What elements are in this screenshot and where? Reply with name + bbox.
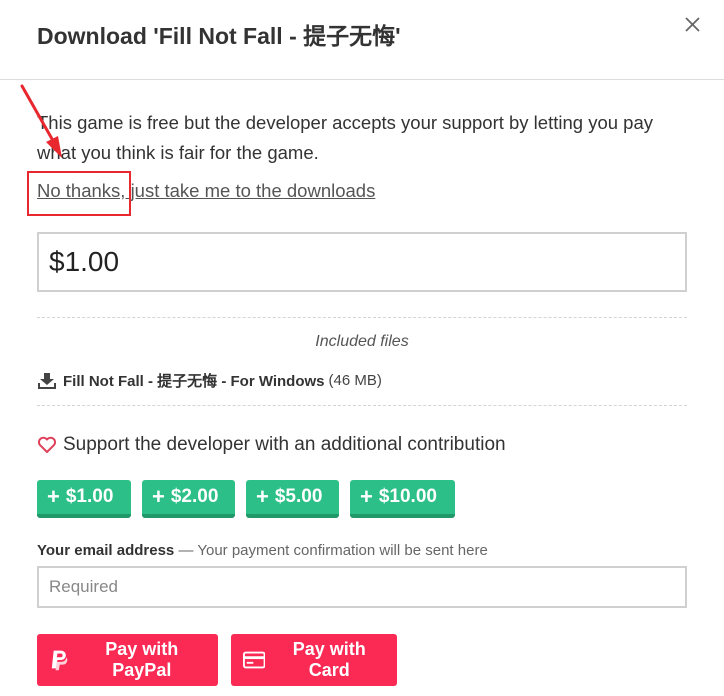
plus-icon: + bbox=[47, 484, 60, 509]
card-label: Pay with Card bbox=[292, 639, 366, 680]
close-button[interactable] bbox=[680, 12, 706, 38]
contribution-amount: $5.00 bbox=[274, 486, 323, 507]
file-item: Fill Not Fall - 提子无悔 - For Windows (46 M… bbox=[37, 370, 382, 391]
file-size: (46 MB) bbox=[328, 372, 382, 389]
no-thanks-link[interactable]: No thanks, just take me to the downloads bbox=[37, 180, 375, 202]
pay-with-card-button[interactable]: Pay with Card bbox=[231, 634, 397, 686]
divider-top bbox=[37, 317, 687, 318]
price-input[interactable] bbox=[37, 232, 687, 292]
paypal-icon bbox=[51, 650, 68, 671]
close-icon bbox=[685, 17, 700, 32]
payment-buttons: Pay with PayPal Pay with Card bbox=[37, 634, 397, 686]
file-name: Fill Not Fall - 提子无悔 - For Windows bbox=[63, 373, 325, 390]
download-dialog: Download 'Fill Not Fall - 提子无悔' This gam… bbox=[0, 0, 724, 696]
pay-with-paypal-button[interactable]: Pay with PayPal bbox=[37, 634, 218, 686]
contribution-amount: $10.00 bbox=[378, 486, 437, 507]
download-icon bbox=[38, 372, 56, 389]
heart-icon bbox=[38, 436, 56, 453]
paypal-label: Pay with PayPal bbox=[105, 639, 179, 680]
dialog-header: Download 'Fill Not Fall - 提子无悔' bbox=[0, 0, 724, 80]
plus-icon: + bbox=[152, 484, 165, 509]
plus-icon: + bbox=[360, 484, 373, 509]
email-label: Your email address — Your payment confir… bbox=[37, 542, 488, 559]
contribution-button-3[interactable]: + $5.00 bbox=[246, 480, 339, 518]
email-input[interactable] bbox=[37, 566, 687, 608]
contribution-buttons: + $1.00 + $2.00 + $5.00 + $10.00 bbox=[37, 480, 455, 518]
support-text: Support the developer with an additional… bbox=[63, 434, 506, 455]
intro-text: This game is free but the developer acce… bbox=[37, 112, 653, 163]
contribution-button-2[interactable]: + $2.00 bbox=[142, 480, 235, 518]
included-files-heading: Included files bbox=[315, 333, 409, 350]
divider-bottom bbox=[37, 405, 687, 406]
email-label-hint: — Your payment confirmation will be sent… bbox=[174, 542, 488, 559]
support-heading: Support the developer with an additional… bbox=[37, 434, 506, 456]
contribution-button-1[interactable]: + $1.00 bbox=[37, 480, 131, 518]
contribution-amount: $2.00 bbox=[170, 486, 219, 507]
email-label-title: Your email address bbox=[37, 542, 175, 559]
dialog-title: Download 'Fill Not Fall - 提子无悔' bbox=[37, 23, 401, 49]
contribution-amount: $1.00 bbox=[65, 486, 114, 507]
contribution-button-4[interactable]: + $10.00 bbox=[350, 480, 455, 518]
plus-icon: + bbox=[256, 484, 269, 509]
credit-card-icon bbox=[243, 651, 266, 669]
